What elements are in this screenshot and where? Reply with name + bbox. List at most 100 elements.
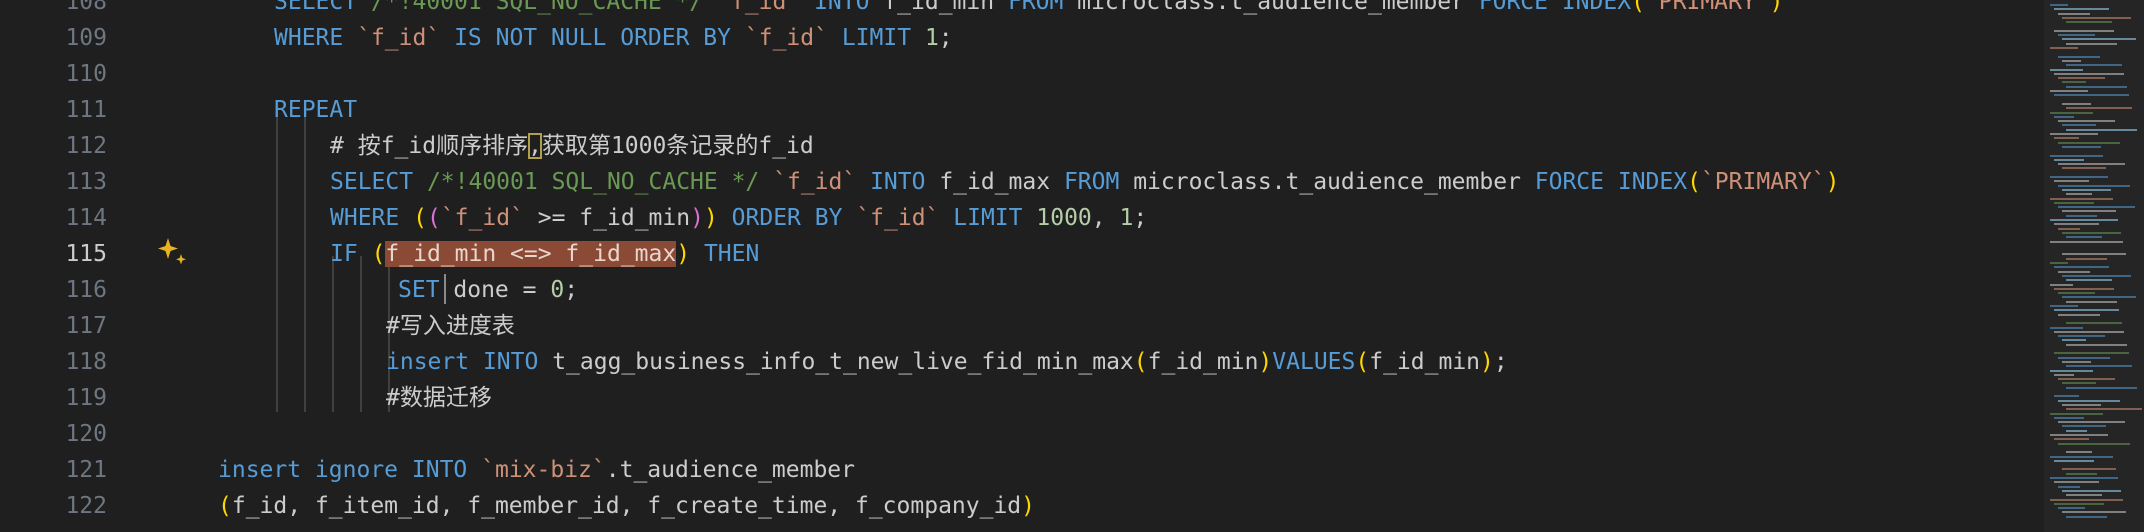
minimap-line bbox=[2054, 459, 2094, 462]
code-token: IS NOT NULL ORDER BY bbox=[454, 25, 732, 51]
code-token: ; bbox=[938, 25, 953, 51]
code-token: ) bbox=[1769, 0, 1784, 15]
minimap-line bbox=[2066, 64, 2122, 67]
code-token: # 按f_id顺序排序 bbox=[330, 133, 529, 159]
line-number-gutter[interactable]: 108 109 110 111 112 113 114 115 116 117 118 119 120 1… bbox=[0, 0, 200, 532]
line-number: 118 bbox=[65, 349, 107, 375]
code-token: SET bbox=[398, 277, 440, 303]
minimap-line bbox=[2066, 494, 2102, 497]
code-token: ( bbox=[1133, 349, 1148, 375]
minimap[interactable] bbox=[2044, 0, 2144, 532]
code-line[interactable]: insert ignore INTO `mix-biz`.t_audience_… bbox=[218, 452, 855, 488]
code-line[interactable]: # 按f_id顺序排序,获取第1000条记录的f_id bbox=[330, 128, 814, 164]
code-line[interactable]: SELECT /*!40001 SQL_NO_CACHE */ `f_id` I… bbox=[274, 0, 1783, 20]
code-token: INTO bbox=[870, 169, 926, 195]
code-token: WHERE bbox=[330, 205, 400, 231]
minimap-line bbox=[2058, 206, 2135, 209]
minimap-line bbox=[2062, 468, 2116, 471]
minimap-line bbox=[2054, 201, 2094, 204]
code-token: VALUES bbox=[1272, 349, 1356, 375]
code-token: f_id_min bbox=[1369, 349, 1481, 375]
minimap-line bbox=[2066, 451, 2092, 454]
minimap-line bbox=[2062, 274, 2131, 277]
line-number: 121 bbox=[65, 457, 107, 483]
minimap-line bbox=[2058, 141, 2120, 144]
minimap-line bbox=[2058, 356, 2110, 359]
code-line[interactable]: (f_id, f_item_id, f_member_id, f_create_… bbox=[218, 488, 1035, 524]
code-token: ) bbox=[1480, 349, 1494, 375]
code-token: `f_id` bbox=[773, 169, 857, 195]
code-line[interactable]: WHERE `f_id` IS NOT NULL ORDER BY `f_id`… bbox=[274, 20, 953, 56]
code-line[interactable]: #写入进度表 bbox=[386, 308, 515, 344]
code-line[interactable]: SET done = 0; bbox=[398, 272, 578, 308]
minimap-line bbox=[2058, 184, 2130, 187]
line-number: 109 bbox=[65, 25, 107, 51]
minimap-line bbox=[2050, 369, 2093, 372]
minimap-line bbox=[2062, 167, 2106, 170]
minimap-line bbox=[2058, 378, 2115, 381]
code-token: microclass.t_audience_member bbox=[1063, 0, 1479, 15]
code-line[interactable]: REPEAT bbox=[274, 92, 357, 128]
indent-guide bbox=[276, 112, 278, 412]
minimap-line bbox=[2066, 322, 2122, 325]
code-token: ) bbox=[676, 241, 691, 267]
sparkle-icon[interactable] bbox=[156, 236, 190, 270]
minimap-line bbox=[2054, 502, 2104, 505]
code-token: ORDER BY bbox=[731, 205, 843, 231]
line-number: 108 bbox=[65, 0, 107, 15]
minimap-line bbox=[2050, 498, 2123, 501]
code-token: /*!40001 SQL_NO_CACHE */ bbox=[413, 169, 774, 195]
minimap-line bbox=[2050, 305, 2078, 307]
code-line[interactable]: IF (f_id_min <=> f_id_max) THEN bbox=[330, 236, 759, 272]
code-token: ( bbox=[1355, 349, 1370, 375]
minimap-line bbox=[2054, 29, 2114, 32]
code-line[interactable]: insert INTO t_agg_business_info_t_new_li… bbox=[386, 344, 1508, 380]
code-token: .t_audience_member bbox=[605, 457, 855, 483]
minimap-line bbox=[2066, 365, 2132, 368]
minimap-line bbox=[2058, 507, 2085, 510]
code-area[interactable]: SELECT /*!40001 SQL_NO_CACHE */ `f_id` I… bbox=[200, 0, 2044, 532]
code-line[interactable]: SELECT /*!40001 SQL_NO_CACHE */ `f_id` I… bbox=[330, 164, 1839, 200]
minimap-line bbox=[2062, 489, 2121, 492]
minimap-line bbox=[2050, 412, 2103, 415]
minimap-line bbox=[2058, 77, 2105, 80]
minimap-line bbox=[2066, 236, 2102, 239]
code-token: `f_id` bbox=[357, 25, 441, 51]
code-editor[interactable]: 108 109 110 111 112 113 114 115 116 117 118 119 120 1… bbox=[0, 0, 2144, 532]
minimap-line bbox=[2058, 12, 2090, 15]
code-token: >= f_id_min bbox=[523, 205, 691, 231]
selection-highlight: f_id_min <=> f_id_max bbox=[385, 241, 677, 267]
minimap-line bbox=[2058, 227, 2080, 230]
minimap-line bbox=[2054, 223, 2099, 226]
code-token: `f_id` bbox=[744, 25, 828, 51]
minimap-line bbox=[2054, 373, 2074, 376]
code-token: ( bbox=[413, 205, 427, 231]
code-token: ) bbox=[1021, 493, 1036, 519]
minimap-line bbox=[2062, 296, 2136, 299]
code-token: `f_id` bbox=[440, 205, 524, 231]
line-number: 113 bbox=[65, 169, 107, 195]
code-token: INTO bbox=[411, 457, 468, 483]
code-token: f_id_min bbox=[883, 0, 1008, 15]
code-token: insert ignore bbox=[218, 457, 399, 483]
code-token: ; bbox=[1493, 349, 1508, 375]
line-number: 111 bbox=[65, 97, 107, 123]
minimap-line bbox=[2050, 133, 2098, 135]
minimap-line bbox=[2058, 485, 2080, 488]
minimap-line bbox=[2054, 287, 2114, 290]
minimap-line bbox=[2058, 120, 2115, 123]
code-token: LIMIT bbox=[841, 25, 912, 51]
code-token: #写入进度表 bbox=[386, 313, 515, 339]
code-token: f_id_min bbox=[1147, 349, 1259, 375]
code-token: ; bbox=[564, 277, 579, 303]
code-line[interactable]: WHERE ((`f_id` >= f_id_min)) ORDER BY `f… bbox=[330, 200, 1147, 236]
code-line[interactable]: #数据迁移 bbox=[386, 380, 492, 416]
code-token: done = bbox=[439, 277, 551, 303]
